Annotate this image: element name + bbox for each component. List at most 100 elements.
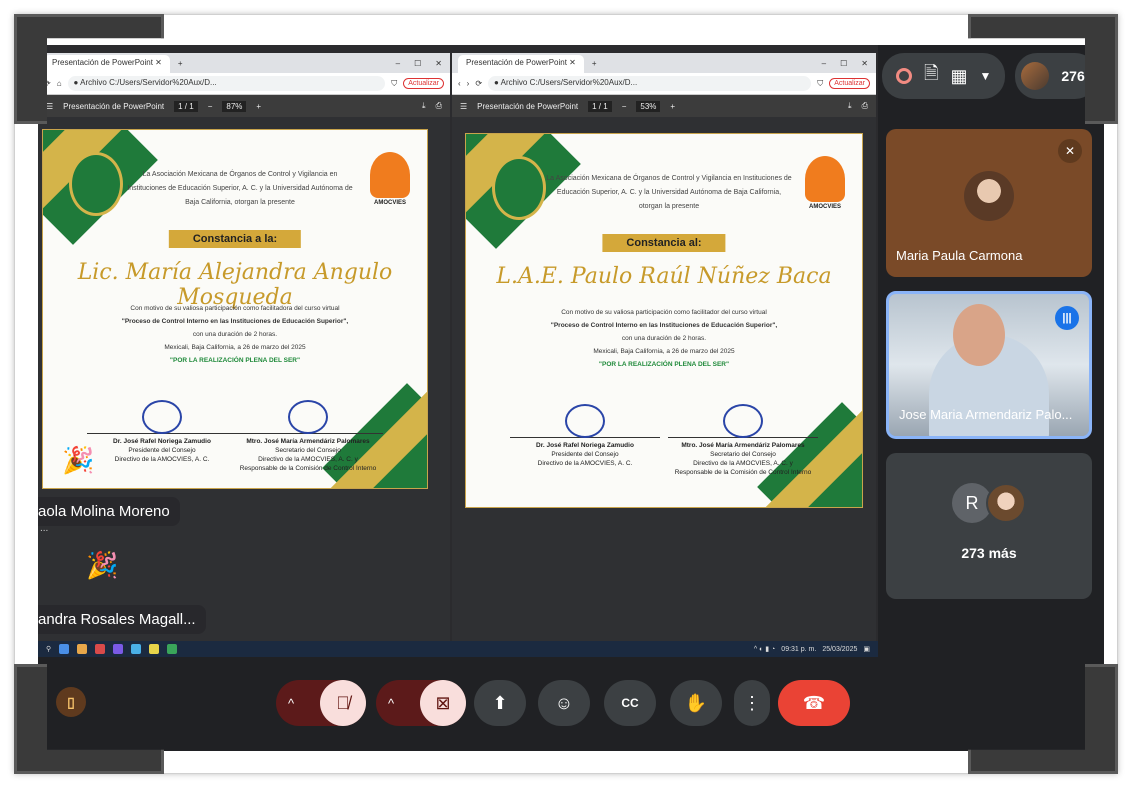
browser-tab[interactable]: Presentación de PowerPoint ✕ xyxy=(44,55,170,73)
signer-role: Directivo de la AMOCVIES, A. C. xyxy=(537,460,633,467)
taskbar-app-icon[interactable] xyxy=(149,644,160,654)
recording-icon[interactable] xyxy=(896,68,912,84)
clock-date: 25/03/2025 xyxy=(822,645,858,653)
signer-role: Directivo de la AMOCVIES, A. C. y xyxy=(693,460,793,467)
taskbar-app-icon[interactable] xyxy=(131,644,142,654)
document-edit-icon[interactable]: 🗎 xyxy=(924,61,938,91)
chevron-down-icon[interactable]: ▼ xyxy=(980,69,992,83)
menu-icon[interactable]: ☰ xyxy=(460,102,467,111)
shield-icon[interactable]: ⛉ xyxy=(391,79,397,89)
university-seal-icon xyxy=(69,152,123,216)
zoom-in-icon[interactable]: + xyxy=(670,102,675,111)
amocvies-logo: AMOCVIES xyxy=(802,156,848,226)
tray-icons[interactable]: ^ ◐ ▮ ◔ xyxy=(754,645,775,653)
print-icon[interactable]: ⎙ xyxy=(862,101,868,111)
signature-icon xyxy=(723,404,763,438)
more-vert-icon: ⋮ xyxy=(743,692,761,713)
camera-off-button[interactable]: ⊠ xyxy=(420,680,466,726)
menu-icon[interactable]: ☰ xyxy=(46,102,53,111)
signature-icon xyxy=(288,400,328,434)
zoom-out-icon[interactable]: − xyxy=(622,102,627,111)
breakout-room-icon[interactable]: ▯ xyxy=(56,687,86,717)
download-icon[interactable]: ⤓ xyxy=(422,101,426,111)
participant-name: Maria Paula Carmona xyxy=(896,248,1023,263)
cert-line: Con motivo de su valiosa participación c… xyxy=(130,305,340,312)
more-participants-tile[interactable]: R 273 más xyxy=(886,453,1092,599)
signer-role: Secretario del Consejo xyxy=(710,451,776,458)
signer-role: Presidente del Consejo xyxy=(551,451,619,458)
chevron-up-icon[interactable]: ^ xyxy=(288,696,294,711)
host-controls-pill: 🗎 ▦ ▼ xyxy=(882,53,1006,99)
page-indicator[interactable]: 1 / 1 xyxy=(174,100,198,112)
raise-hand-button[interactable]: ✋ xyxy=(670,680,722,726)
shield-icon[interactable]: ⛉ xyxy=(817,79,823,89)
maximize-icon[interactable]: ☐ xyxy=(840,59,847,68)
maximize-icon[interactable]: ☐ xyxy=(414,59,421,68)
cert-intro: La Asociación Mexicana de Órganos de Con… xyxy=(546,175,792,210)
notification-icon[interactable]: ▣ xyxy=(863,645,870,653)
browser-tabbar: Presentación de PowerPoint ✕ + – ☐ ✕ xyxy=(38,53,450,73)
signer-name: Dr. José Rafel Noriega Zamudio xyxy=(536,442,634,449)
print-icon[interactable]: ⎙ xyxy=(436,101,442,111)
participant-tile-speaking[interactable]: ||| Jose Maria Armendariz Palo... xyxy=(886,291,1092,439)
cert-banner: Constancia a la: xyxy=(168,230,302,248)
cert-recipient: L.A.E. Paulo Raúl Núñez Baca xyxy=(496,264,832,289)
close-icon[interactable]: ✕ xyxy=(861,59,868,68)
signature-block: Mtro. José María Armendáriz Palomares Se… xyxy=(668,404,818,477)
cert-intro: La Asociación Mexicana de Órganos de Con… xyxy=(127,171,353,206)
cert-line: Con motivo de su valiosa participación c… xyxy=(561,309,767,316)
avatar xyxy=(1021,62,1050,90)
system-tray: ^ ◐ ▮ ◔ 09:31 p. m. 25/03/2025 ▣ xyxy=(754,645,870,654)
minimize-icon[interactable]: – xyxy=(396,59,400,68)
layout-icon[interactable]: ▦ xyxy=(950,66,967,87)
back-icon[interactable]: ‹ xyxy=(458,79,461,88)
taskbar-app-icon[interactable] xyxy=(167,644,178,654)
signer-role: Directivo de la AMOCVIES, A. C. y xyxy=(258,456,358,463)
minimize-icon[interactable]: – xyxy=(822,59,826,68)
url-field[interactable]: ● Archivo C:/Users/Servidor%20Aux/D... xyxy=(488,76,812,91)
page-indicator[interactable]: 1 / 1 xyxy=(588,100,612,112)
new-tab-icon[interactable]: + xyxy=(178,59,183,68)
party-popper-icon: 🎉 xyxy=(86,550,119,580)
chevron-up-icon[interactable]: ^ xyxy=(388,696,394,711)
speaking-indicator-icon: ||| xyxy=(1055,306,1079,330)
present-button[interactable]: ⬆ xyxy=(474,680,526,726)
signer-role: Directivo de la AMOCVIES, A. C. xyxy=(114,456,210,463)
taskbar-app-icon[interactable] xyxy=(59,644,70,654)
taskbar-app-icon[interactable] xyxy=(77,644,88,654)
taskbar-app-icon[interactable] xyxy=(113,644,124,654)
participant-tile[interactable]: ✕ Maria Paula Carmona xyxy=(886,129,1092,277)
new-tab-icon[interactable]: + xyxy=(592,59,597,68)
taskbar-app-icon[interactable] xyxy=(95,644,106,654)
zoom-out-icon[interactable]: − xyxy=(208,102,213,111)
reactions-button[interactable]: ☺ xyxy=(538,680,590,726)
signer-name: Mtro. José María Armendáriz Palomares xyxy=(246,438,370,445)
update-button[interactable]: Actualizar xyxy=(403,78,444,89)
close-icon[interactable]: ✕ xyxy=(435,59,442,68)
zoom-level[interactable]: 53% xyxy=(636,100,661,112)
search-icon[interactable]: ⚲ xyxy=(46,645,51,653)
windows-taskbar: ⚲ ^ ◐ ▮ ◔ 09:31 p. m. 25/03/2025 ▣ xyxy=(38,641,878,657)
more-options-button[interactable]: ⋮ xyxy=(734,680,770,726)
download-icon[interactable]: ⤓ xyxy=(848,101,852,111)
home-icon[interactable]: ⌂ xyxy=(57,79,62,88)
cert-place-date: Mexicali, Baja California, a 26 de marzo… xyxy=(593,348,735,355)
mic-off-icon: ✕ xyxy=(1058,139,1082,163)
forward-icon[interactable]: › xyxy=(467,79,470,88)
reload-icon[interactable]: ⟳ xyxy=(475,79,482,88)
end-call-button[interactable]: ☎ xyxy=(778,680,850,726)
university-seal-icon xyxy=(492,156,546,220)
browser-tab[interactable]: Presentación de PowerPoint ✕ xyxy=(458,55,584,73)
participants-button[interactable]: 276 xyxy=(1015,53,1097,99)
zoom-in-icon[interactable]: + xyxy=(256,102,261,111)
url-scheme: Archivo xyxy=(500,78,528,87)
signer-role: Secretario del Consejo xyxy=(275,447,341,454)
address-bar: ‹ › ⟳ ● Archivo C:/Users/Servidor%20Aux/… xyxy=(452,73,876,95)
zoom-level[interactable]: 87% xyxy=(222,100,247,112)
captions-button[interactable]: CC xyxy=(604,680,656,726)
top-controls: 🗎 ▦ ▼ 276 xyxy=(882,53,1097,99)
mic-off-button[interactable]: 🎙̸ xyxy=(320,680,366,726)
url-field[interactable]: ● Archivo C:/Users/Servidor%20Aux/D... xyxy=(67,76,386,91)
update-button[interactable]: Actualizar xyxy=(829,78,870,89)
certificate-right: AMOCVIES La Asociación Mexicana de Órgan… xyxy=(465,133,863,508)
